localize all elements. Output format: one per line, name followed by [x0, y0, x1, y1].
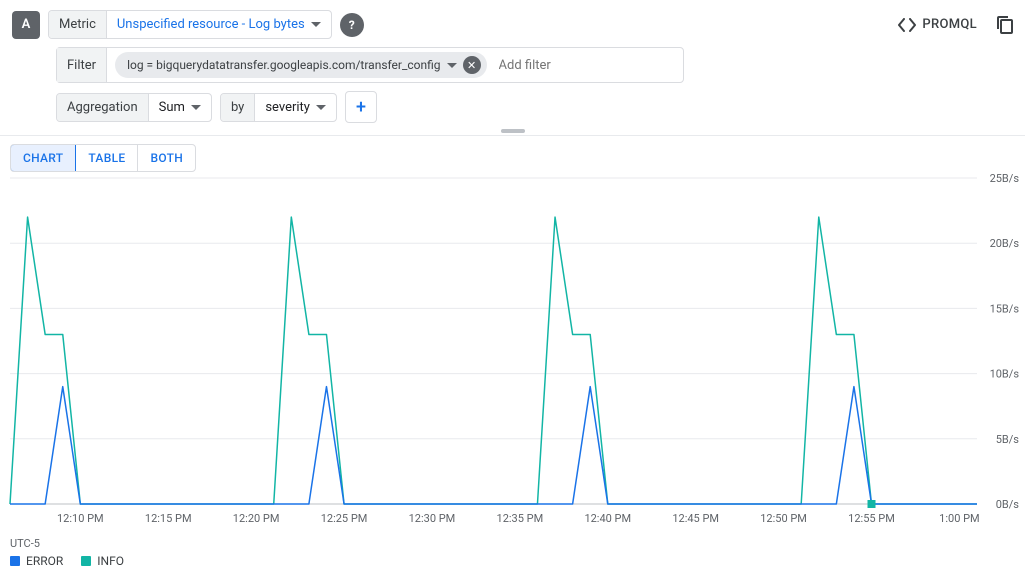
metric-value: Unspecified resource - Log bytes [117, 17, 305, 32]
svg-text:12:55 PM: 12:55 PM [848, 512, 895, 525]
filter-bar: Filter log = bigquerydatatransfer.google… [56, 47, 684, 83]
timezone-label: UTC-5 [0, 537, 40, 550]
aggregation-function[interactable]: Aggregation Sum [56, 93, 212, 122]
copy-icon[interactable] [997, 16, 1013, 34]
svg-text:20B/s: 20B/s [990, 237, 1020, 250]
svg-text:12:20 PM: 12:20 PM [233, 512, 280, 525]
code-icon [898, 18, 916, 32]
chart: 0B/s 5B/s 10B/s 15B/s 20B/s 25B/s 12:10 PM 12:1… [0, 172, 1025, 532]
svg-text:5B/s: 5B/s [996, 433, 1020, 446]
chevron-down-icon [316, 105, 326, 110]
tab-table[interactable]: TABLE [75, 145, 137, 171]
svg-text:12:30 PM: 12:30 PM [409, 512, 456, 525]
metric-selector[interactable]: Metric Unspecified resource - Log bytes [48, 10, 332, 39]
svg-text:25B/s: 25B/s [990, 172, 1020, 185]
svg-text:1:00 PM: 1:00 PM [939, 512, 979, 525]
legend: ERROR INFO [0, 554, 1025, 568]
svg-text:12:45 PM: 12:45 PM [672, 512, 719, 525]
svg-text:15B/s: 15B/s [990, 302, 1020, 315]
help-icon[interactable]: ? [340, 13, 364, 37]
aggregation-value: Sum [159, 100, 185, 115]
svg-text:12:25 PM: 12:25 PM [321, 512, 368, 525]
resize-handle-icon[interactable] [501, 129, 525, 133]
legend-swatch-error [10, 556, 20, 566]
by-prefix: by [221, 94, 255, 121]
svg-text:12:50 PM: 12:50 PM [760, 512, 807, 525]
add-filter-input[interactable] [487, 58, 683, 73]
legend-label-error: ERROR [26, 554, 63, 568]
svg-text:12:40 PM: 12:40 PM [584, 512, 631, 525]
filter-chip[interactable]: log = bigquerydatatransfer.googleapis.co… [115, 52, 486, 78]
aggregation-groupby[interactable]: by severity [220, 93, 337, 122]
groupby-value: severity [265, 100, 310, 115]
line-chart[interactable]: 0B/s 5B/s 10B/s 15B/s 20B/s 25B/s 12:10 PM 12:1… [0, 172, 1025, 532]
promql-label: PROMQL [922, 17, 977, 32]
svg-text:12:15 PM: 12:15 PM [145, 512, 192, 525]
chevron-down-icon [447, 63, 457, 68]
legend-swatch-info [81, 556, 91, 566]
svg-text:12:35 PM: 12:35 PM [497, 512, 544, 525]
svg-text:0B/s: 0B/s [996, 498, 1020, 511]
chevron-down-icon [191, 105, 201, 110]
query-badge[interactable]: A [12, 11, 40, 39]
filter-chip-text: log = bigquerydatatransfer.googleapis.co… [127, 58, 440, 72]
metric-prefix: Metric [49, 11, 107, 38]
svg-text:12:10 PM: 12:10 PM [57, 512, 104, 525]
legend-label-info: INFO [97, 554, 124, 568]
tab-chart[interactable]: CHART [10, 144, 76, 172]
filter-prefix: Filter [57, 48, 107, 82]
promql-toggle[interactable]: PROMQL [898, 17, 977, 32]
remove-filter-icon[interactable]: ✕ [463, 56, 481, 74]
view-tabs: CHART TABLE BOTH [10, 144, 196, 172]
aggregation-prefix: Aggregation [57, 94, 149, 121]
svg-text:10B/s: 10B/s [990, 368, 1020, 381]
add-aggregation-button[interactable]: + [345, 91, 377, 123]
chevron-down-icon [311, 22, 321, 27]
tab-both[interactable]: BOTH [137, 145, 195, 171]
